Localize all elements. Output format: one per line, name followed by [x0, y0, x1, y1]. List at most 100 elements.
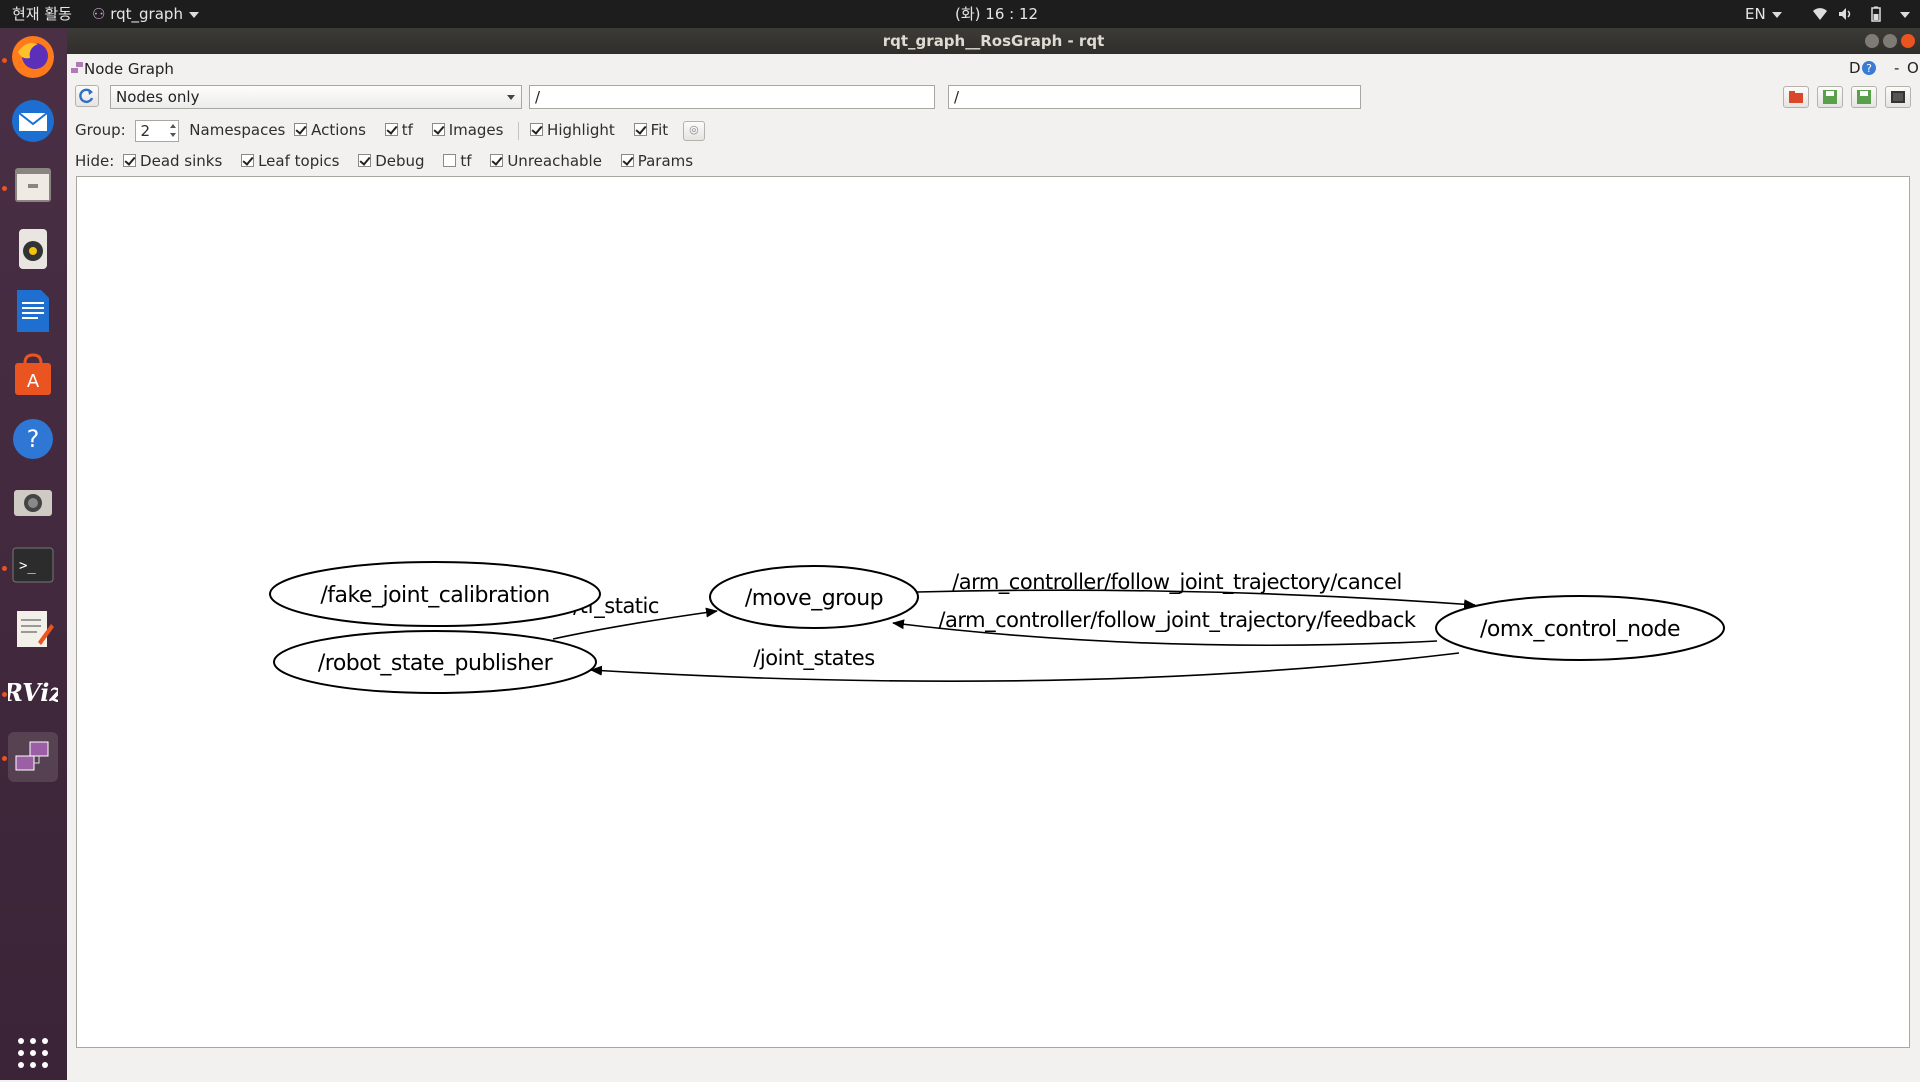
save-icon — [1857, 90, 1871, 104]
files-icon[interactable] — [8, 160, 58, 210]
node-filter-input[interactable]: / — [529, 85, 935, 109]
node-robot-state-publisher[interactable]: /robot_state_publisher — [273, 630, 597, 694]
highlight-checkbox[interactable] — [530, 123, 544, 136]
wifi-icon[interactable] — [1812, 6, 1828, 22]
window-title-bar: rqt_graph__RosGraph - rqt — [67, 28, 1920, 54]
svg-text:A: A — [27, 371, 40, 392]
save-image-button[interactable] — [1885, 86, 1911, 108]
actions-label: Actions — [311, 121, 366, 139]
debug-checkbox[interactable] — [358, 154, 372, 167]
graph-mode-value: Nodes only — [116, 88, 200, 106]
rqt-icon[interactable] — [8, 732, 58, 782]
svg-text:?: ? — [27, 425, 40, 453]
hide-label: Hide: — [75, 152, 115, 170]
graph-mode-select[interactable]: Nodes only — [110, 85, 522, 109]
system-menu[interactable] — [1894, 0, 1910, 28]
unreachable-label: Unreachable — [507, 152, 602, 170]
terminal-icon[interactable]: >_ — [8, 540, 58, 590]
chevron-down-icon — [1771, 11, 1782, 18]
edge-joint-states[interactable] — [590, 652, 1460, 682]
tf-checkbox[interactable] — [384, 123, 398, 136]
close-plugin-button[interactable]: O — [1907, 59, 1919, 77]
spin-up-icon[interactable] — [169, 123, 176, 128]
images-label: Images — [448, 121, 504, 139]
running-indicator — [2, 186, 7, 191]
app-menu[interactable]: ⚇ rqt_graph — [92, 0, 199, 28]
params-checkbox[interactable] — [620, 154, 634, 167]
show-applications-icon[interactable] — [8, 1028, 58, 1078]
help-icon[interactable]: ? — [8, 414, 58, 464]
hide-tf-checkbox[interactable] — [443, 154, 457, 167]
highlight-label: Highlight — [547, 121, 615, 139]
graph-canvas[interactable]: /tf_static /arm_controller/follow_joint_… — [76, 176, 1910, 1048]
ros-graph[interactable]: /tf_static /arm_controller/follow_joint_… — [77, 177, 1909, 1047]
topic-filter-input[interactable]: / — [948, 85, 1361, 109]
dock-toggle-button[interactable]: D — [1849, 59, 1861, 77]
firefox-icon[interactable] — [8, 32, 58, 82]
text-editor-icon[interactable] — [8, 604, 58, 654]
running-indicator — [2, 58, 7, 63]
node-label: /move_group — [745, 586, 883, 611]
folder-icon — [1789, 91, 1803, 103]
activities-button[interactable]: 현재 활동 — [12, 0, 72, 28]
camera-icon[interactable] — [8, 476, 58, 526]
edge-label-feedback: /arm_controller/follow_joint_trajectory/… — [938, 608, 1416, 633]
params-label: Params — [637, 152, 694, 170]
app-menu-label: rqt_graph — [110, 5, 183, 23]
node-fake-joint-calibration[interactable]: /fake_joint_calibration — [269, 561, 601, 627]
node-label: /omx_control_node — [1480, 617, 1680, 642]
app-menu-icon: ⚇ — [92, 5, 106, 23]
language-menu[interactable]: EN — [1745, 0, 1782, 28]
save-svg-button[interactable] — [1851, 86, 1877, 108]
edge-label-joint-states: /joint_states — [753, 646, 874, 671]
group-value: 2 — [140, 121, 151, 140]
node-label: /fake_joint_calibration — [320, 583, 549, 608]
help-icon[interactable]: ? — [1861, 60, 1877, 76]
node-graph-icon — [71, 62, 83, 73]
svg-text:?: ? — [1866, 62, 1872, 75]
save-dot-button[interactable] — [1817, 86, 1843, 108]
close-button[interactable] — [1901, 34, 1915, 48]
refresh-icon — [79, 88, 94, 104]
maximize-button[interactable] — [1883, 34, 1897, 48]
rhythmbox-icon[interactable] — [8, 224, 58, 274]
options-row: Group: 2 Namespaces Actions tf Images Hi… — [75, 119, 705, 142]
leaf-topics-checkbox[interactable] — [241, 154, 255, 167]
leaf-topics-label: Leaf topics — [258, 152, 340, 170]
language-label: EN — [1745, 5, 1766, 23]
software-center-icon[interactable]: A — [8, 350, 58, 400]
image-icon — [1891, 91, 1905, 103]
clock[interactable]: (화) 16 : 12 — [955, 0, 1038, 28]
svg-text:>_: >_ — [19, 558, 36, 574]
battery-icon[interactable] — [1868, 6, 1884, 22]
writer-icon[interactable] — [8, 286, 58, 336]
node-move-group[interactable]: /move_group — [709, 565, 919, 629]
node-label: /robot_state_publisher — [318, 651, 554, 676]
namespaces-label: Namespaces — [189, 121, 286, 139]
dock: A ? >_ RViz — [0, 28, 67, 1080]
window-title: rqt_graph__RosGraph - rqt — [882, 32, 1105, 50]
volume-icon[interactable] — [1838, 6, 1854, 22]
rviz-icon[interactable]: RViz — [2, 668, 64, 718]
hide-tf-label: tf — [460, 152, 472, 170]
dead-sinks-checkbox[interactable] — [123, 154, 137, 167]
load-dot-button[interactable] — [1783, 86, 1809, 108]
chevron-down-icon — [188, 11, 199, 18]
group-spinbox[interactable]: 2 — [134, 119, 179, 142]
tf-label: tf — [401, 121, 413, 139]
unreachable-checkbox[interactable] — [490, 154, 504, 167]
refresh-button[interactable] — [75, 85, 99, 107]
dead-sinks-label: Dead sinks — [140, 152, 223, 170]
chevron-down-icon — [507, 95, 515, 100]
images-checkbox[interactable] — [431, 123, 445, 136]
group-label: Group: — [75, 121, 126, 139]
fit-in-view-button[interactable]: ◎ — [682, 120, 705, 141]
fit-checkbox[interactable] — [633, 123, 647, 136]
thunderbird-icon[interactable] — [8, 96, 58, 146]
actions-checkbox[interactable] — [294, 123, 308, 136]
minimize-plugin-button[interactable]: - — [1894, 59, 1899, 77]
top-bar: 현재 활동 ⚇ rqt_graph (화) 16 : 12 EN — [0, 0, 1920, 28]
minimize-button[interactable] — [1865, 34, 1879, 48]
node-omx-control-node[interactable]: /omx_control_node — [1435, 595, 1725, 661]
spin-down-icon[interactable] — [169, 132, 176, 137]
